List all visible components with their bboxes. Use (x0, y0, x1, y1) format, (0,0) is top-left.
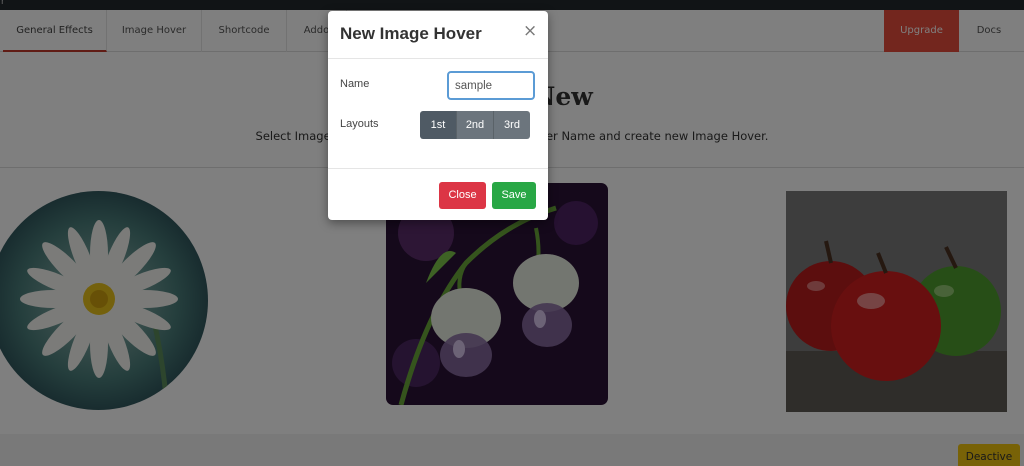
layouts-button-group: 1st 2nd 3rd (420, 111, 530, 139)
name-input[interactable] (447, 71, 535, 100)
save-button[interactable]: Save (492, 182, 536, 209)
layout-3rd-button[interactable]: 3rd (494, 111, 530, 139)
modal-title: New Image Hover (340, 24, 482, 43)
close-button[interactable]: Close (439, 182, 486, 209)
new-image-hover-modal: New Image Hover × Name Layouts 1st 2nd 3… (328, 11, 548, 220)
name-label: Name (340, 78, 370, 90)
close-icon[interactable]: × (523, 21, 537, 41)
modal-footer: Close Save (328, 168, 548, 220)
layouts-label: Layouts (340, 118, 379, 130)
layout-1st-button[interactable]: 1st (420, 111, 457, 139)
layout-2nd-button[interactable]: 2nd (457, 111, 494, 139)
modal-header: New Image Hover × (328, 11, 548, 59)
